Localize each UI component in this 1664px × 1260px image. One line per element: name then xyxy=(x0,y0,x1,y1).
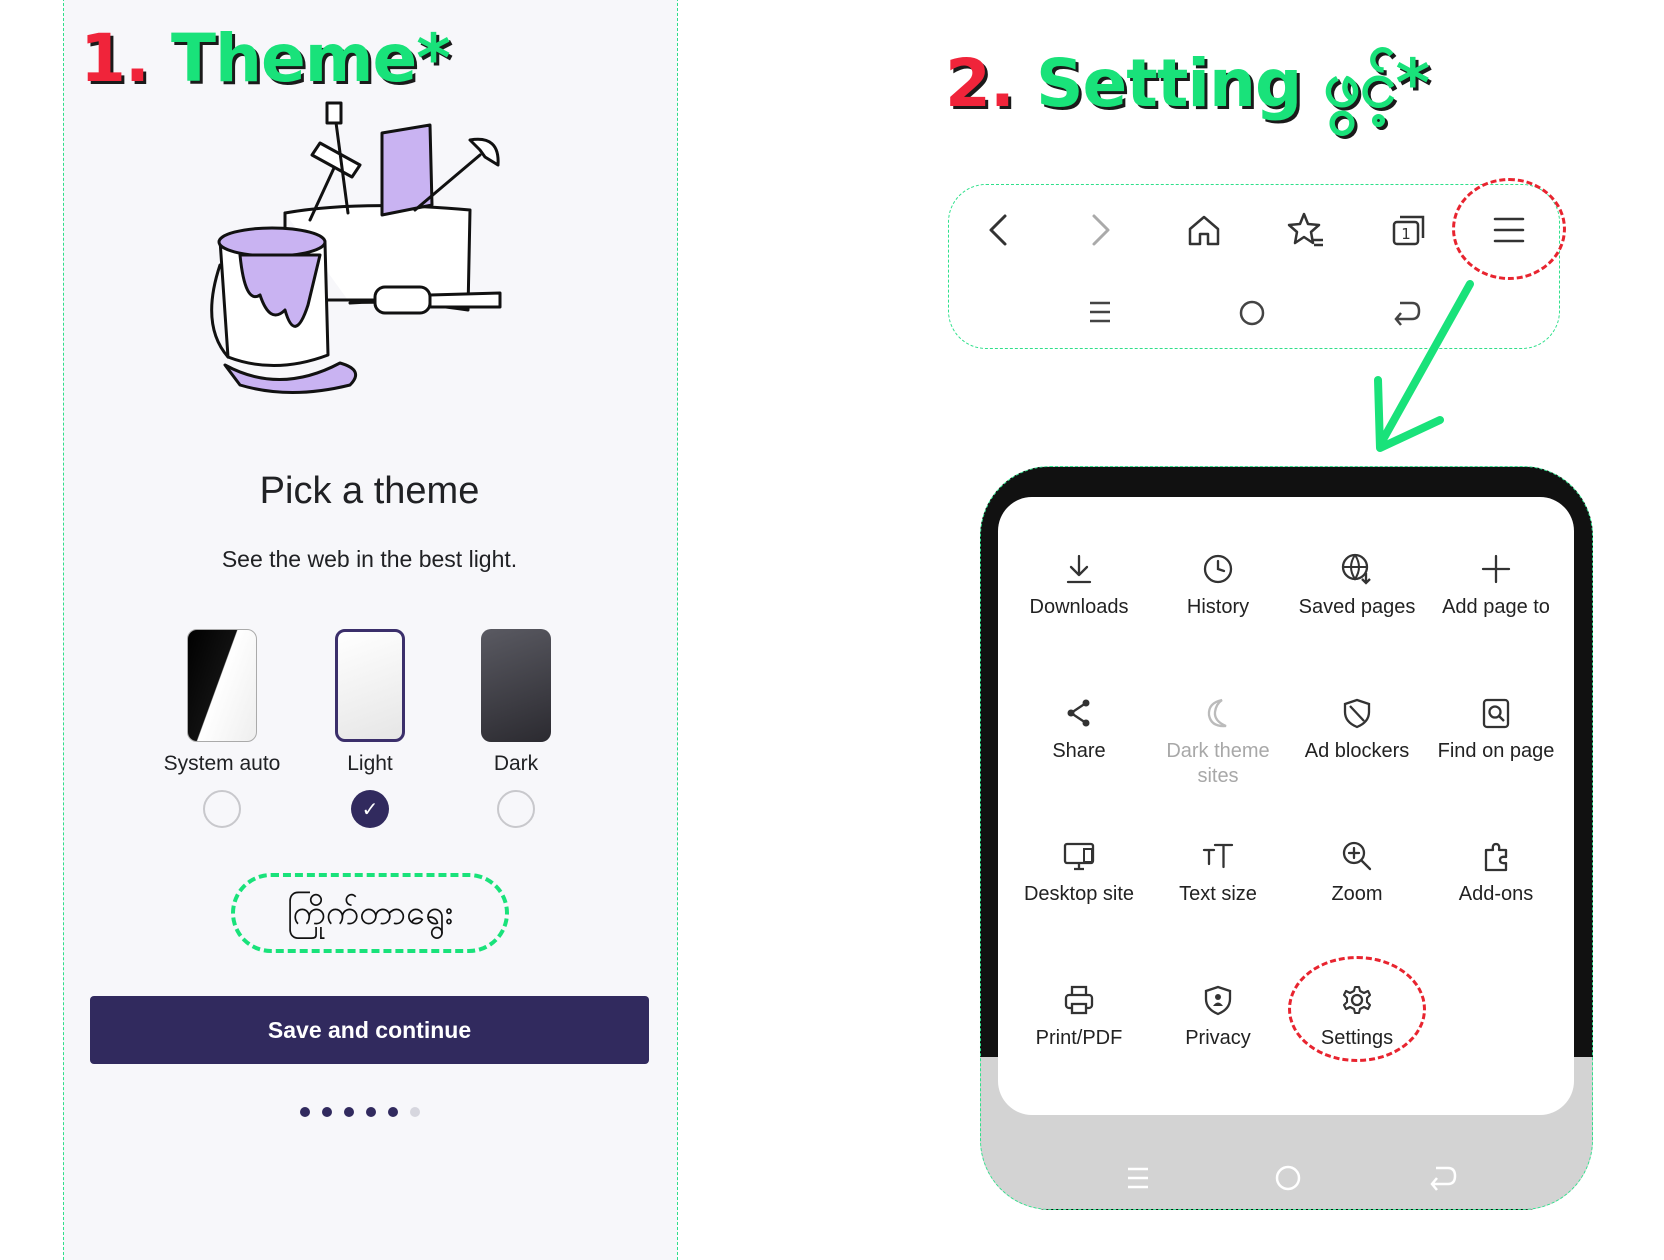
step2-title: Setting ဖွင့်* xyxy=(1035,45,1430,122)
menu-item-privacy[interactable]: Privacy xyxy=(1149,984,1287,1051)
menu-item-label: Saved pages xyxy=(1298,596,1416,618)
pager-dot xyxy=(366,1107,376,1117)
monitor-icon xyxy=(1063,842,1095,871)
menu-item-print-pdf[interactable]: Print/PDF xyxy=(1010,984,1148,1051)
download-icon xyxy=(1066,554,1092,584)
menu-item-downloads[interactable]: Downloads xyxy=(1010,553,1148,620)
light-radio-checked[interactable]: ✓ xyxy=(351,790,389,828)
menu-item-label: Add-ons xyxy=(1458,883,1534,905)
dark-radio[interactable] xyxy=(497,790,535,828)
menu-item-label: Print/PDF xyxy=(1035,1027,1123,1049)
menu-item-add-page-to[interactable]: Add page to xyxy=(1427,553,1565,620)
menu-item-label: Zoom xyxy=(1331,883,1383,905)
privacy-shield-icon xyxy=(1204,985,1232,1016)
pager-dot xyxy=(344,1107,354,1117)
step2-annotation: 2. Setting ဖွင့်* xyxy=(945,42,1430,139)
onboarding-subheading: See the web in the best light. xyxy=(221,546,518,572)
menu-item-label: Text size xyxy=(1179,883,1257,905)
back-nav-icon[interactable] xyxy=(1428,1164,1458,1192)
theme-label: Light xyxy=(347,752,393,775)
light-preview[interactable] xyxy=(335,629,405,742)
menu-item-find-on-page[interactable]: Find on page xyxy=(1427,697,1565,764)
menu-highlight-annotation xyxy=(1452,178,1566,280)
arrow-down-icon xyxy=(1374,280,1474,452)
home-icon[interactable] xyxy=(1186,212,1222,248)
system-auto-radio[interactable] xyxy=(203,790,241,828)
pager-dot-current xyxy=(388,1107,398,1117)
theme-label: System auto xyxy=(163,752,281,775)
settings-highlight-annotation xyxy=(1288,956,1426,1062)
zoom-icon xyxy=(1342,841,1372,871)
menu-item-dark-theme-sites: Dark theme sites xyxy=(1149,697,1287,789)
home-circle-icon[interactable] xyxy=(1274,1164,1302,1192)
menu-item-zoom[interactable]: Zoom xyxy=(1288,840,1426,907)
step2-number: 2. xyxy=(945,45,1015,122)
menu-item-label: Downloads xyxy=(1029,596,1129,618)
shield-block-icon xyxy=(1343,698,1371,729)
menu-item-history[interactable]: History xyxy=(1149,553,1287,620)
menu-item-label: Ad blockers xyxy=(1304,740,1410,762)
menu-item-share[interactable]: Share xyxy=(1010,697,1148,764)
puzzle-icon xyxy=(1484,842,1508,872)
tab-count: 1 xyxy=(1401,225,1411,243)
tabs-icon[interactable]: 1 xyxy=(1390,212,1428,248)
pager-dot xyxy=(300,1107,310,1117)
bookmarks-icon[interactable] xyxy=(1286,210,1326,250)
step1-number: 1. xyxy=(80,20,150,97)
recents-icon[interactable] xyxy=(1087,299,1113,325)
menu-item-label: Share xyxy=(1052,740,1106,762)
printer-icon xyxy=(1064,985,1094,1015)
back-icon[interactable] xyxy=(985,212,1011,248)
menu-item-saved-pages[interactable]: Saved pages xyxy=(1288,553,1426,620)
theme-option-dark[interactable]: Dark xyxy=(441,629,591,828)
save-and-continue-button[interactable]: Save and continue xyxy=(90,996,649,1064)
dark-preview[interactable] xyxy=(481,629,551,742)
menu-item-label: Desktop site xyxy=(1023,883,1135,905)
recents-icon[interactable] xyxy=(1125,1165,1151,1191)
moon-icon xyxy=(1207,698,1227,728)
step1-annotation: 1. Theme* xyxy=(80,20,451,97)
clock-icon xyxy=(1203,554,1233,584)
menu-item-desktop-site[interactable]: Desktop site xyxy=(1010,840,1148,907)
menu-item-ad-blockers[interactable]: Ad blockers xyxy=(1288,697,1426,764)
menu-item-label: History xyxy=(1186,596,1250,618)
check-icon: ✓ xyxy=(361,797,379,821)
page-indicator xyxy=(300,1107,420,1117)
menu-item-label: Privacy xyxy=(1185,1027,1251,1049)
menu-item-label: Add page to xyxy=(1442,596,1550,618)
forward-icon[interactable] xyxy=(1088,212,1114,248)
share-icon xyxy=(1067,699,1090,727)
pager-dot xyxy=(410,1107,420,1117)
plus-icon xyxy=(1481,554,1511,584)
step1-title: Theme* xyxy=(170,20,451,97)
theme-option-system-auto[interactable]: System auto xyxy=(147,629,297,828)
find-icon xyxy=(1482,698,1510,729)
menu-item-label: Dark theme sites xyxy=(1166,740,1270,787)
choose-hint-annotation: ကြိုက်တာရွေး xyxy=(231,873,509,953)
theme-label: Dark xyxy=(493,752,539,775)
menu-item-label: Find on page xyxy=(1437,740,1555,762)
home-circle-icon[interactable] xyxy=(1238,299,1266,327)
menu-item-text-size[interactable]: Text size xyxy=(1149,840,1287,907)
menu-item-add-ons[interactable]: Add-ons xyxy=(1427,840,1565,907)
globe-download-icon xyxy=(1341,553,1371,585)
system-auto-preview[interactable] xyxy=(187,629,257,742)
text-size-icon xyxy=(1202,843,1234,869)
theme-tools-illustration xyxy=(210,101,502,394)
onboarding-heading: Pick a theme xyxy=(259,470,480,512)
pager-dot xyxy=(322,1107,332,1117)
theme-option-light[interactable]: Light ✓ xyxy=(295,629,445,828)
